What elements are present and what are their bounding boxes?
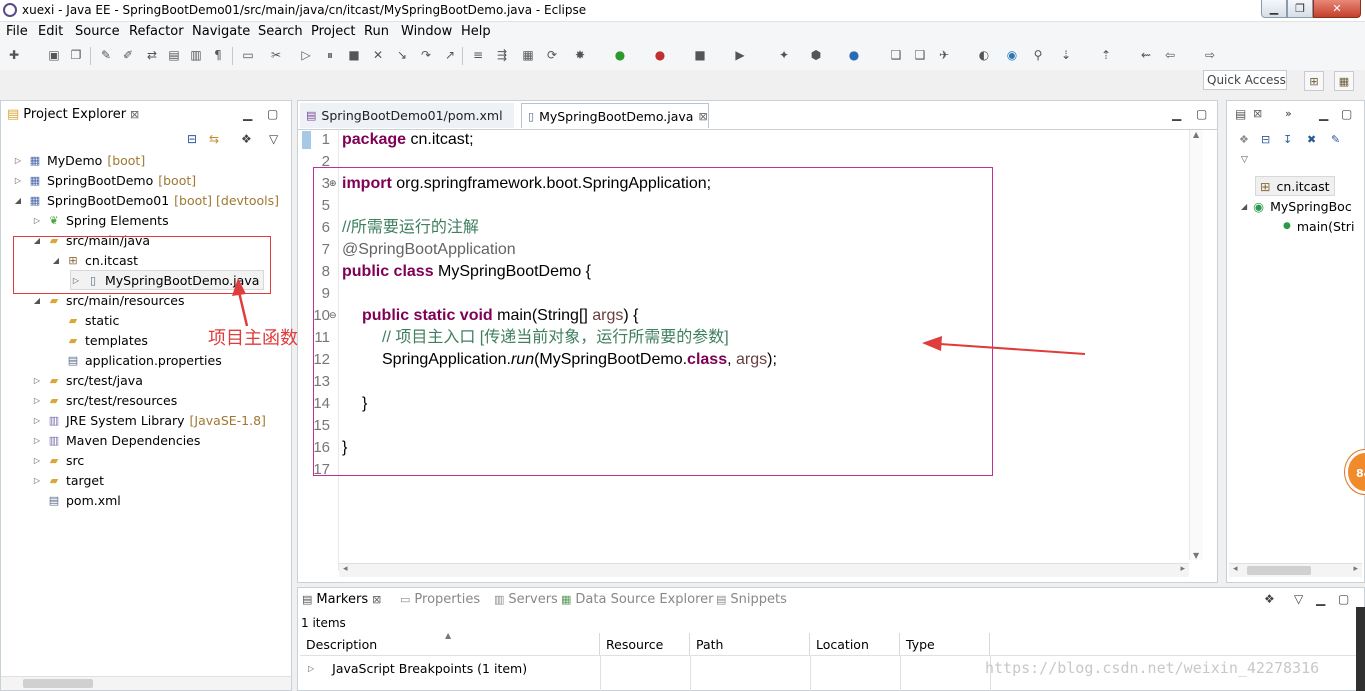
annotation-note-main-function: 项目主函数: [208, 328, 298, 349]
annotation-arrows: [232, 278, 1086, 355]
edge-scroll-widget: [1356, 607, 1365, 691]
arrow-to-main-file: [232, 278, 249, 327]
watermark: https://blog.csdn.net/weixin_42278316: [985, 659, 1320, 677]
arrow-to-code: [922, 336, 1086, 355]
